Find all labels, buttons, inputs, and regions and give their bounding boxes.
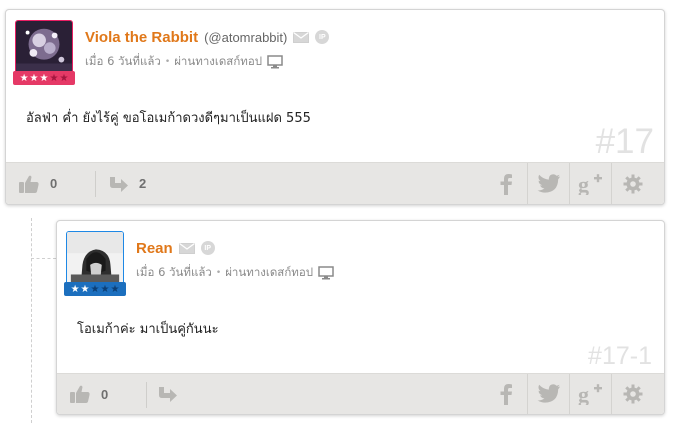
footer-divider bbox=[146, 382, 147, 408]
gear-icon bbox=[623, 384, 642, 404]
desktop-monitor-icon bbox=[318, 266, 334, 280]
reply-card: ★ ★ ★ ★ ★ Rean IP เมื่อ 6 วันที่แล้ว • ผ… bbox=[56, 220, 665, 415]
comment-text: โอเมก้าค่ะ มาเป็นคู่กันนะ bbox=[77, 322, 219, 337]
star-filled-icon: ★ bbox=[39, 72, 49, 84]
star-empty-icon: ★ bbox=[100, 283, 110, 295]
rank-stars: ★ ★ ★ ★ ★ bbox=[64, 282, 126, 296]
google-plus-icon: g bbox=[578, 173, 602, 195]
svg-text:g: g bbox=[578, 173, 589, 195]
twitter-share-button[interactable] bbox=[527, 374, 569, 414]
author-name-link[interactable]: Viola the Rabbit bbox=[85, 29, 198, 46]
comment-header: Viola the Rabbit (@atomrabbit) IP เมื่อ … bbox=[85, 27, 330, 70]
envelope-icon[interactable] bbox=[293, 31, 310, 43]
like-count: 0 bbox=[50, 176, 58, 191]
facebook-icon bbox=[500, 173, 512, 195]
comment-number[interactable]: #17 bbox=[596, 122, 654, 162]
twitter-share-button[interactable] bbox=[527, 163, 569, 204]
share-button[interactable]: 2 bbox=[107, 163, 146, 204]
ip-badge-icon[interactable]: IP bbox=[315, 30, 330, 44]
star-empty-icon: ★ bbox=[90, 283, 100, 295]
avatar-image bbox=[16, 21, 72, 77]
thread-connector-vertical bbox=[31, 218, 32, 423]
star-filled-icon: ★ bbox=[70, 283, 80, 295]
envelope-icon[interactable] bbox=[178, 242, 195, 254]
gear-icon bbox=[623, 174, 642, 193]
desktop-monitor-icon bbox=[267, 55, 283, 69]
star-filled-icon: ★ bbox=[19, 72, 29, 84]
avatar-image bbox=[67, 232, 123, 288]
star-empty-icon: ★ bbox=[49, 72, 59, 84]
thread-connector-horizontal bbox=[31, 258, 56, 259]
share-arrow-icon bbox=[159, 387, 177, 402]
rank-stars: ★ ★ ★ ★ ★ bbox=[13, 71, 75, 85]
comment-time: เมื่อ 6 วันที่แล้ว bbox=[85, 54, 161, 68]
settings-button[interactable] bbox=[611, 374, 653, 414]
comment-text: อัลฟ่า ค่ำ ยังไร้คู่ ขอโอเมก้าดวงดีๆมาเป… bbox=[26, 111, 311, 126]
like-button[interactable]: 0 bbox=[69, 374, 108, 414]
share-button[interactable] bbox=[156, 374, 178, 414]
author-handle[interactable]: (@atomrabbit) bbox=[204, 30, 287, 45]
thumbs-up-icon bbox=[19, 175, 39, 193]
author-name-link[interactable]: Rean bbox=[136, 240, 173, 257]
star-filled-icon: ★ bbox=[29, 72, 39, 84]
comment-header: Rean IP เมื่อ 6 วันที่แล้ว • ผ่านทางเดสก… bbox=[136, 238, 334, 281]
comment-footer: 0 g bbox=[57, 373, 664, 414]
twitter-icon bbox=[537, 384, 560, 403]
like-count: 0 bbox=[101, 386, 109, 402]
share-count: 2 bbox=[139, 176, 147, 191]
meta-separator: • bbox=[215, 268, 222, 278]
facebook-share-button[interactable] bbox=[485, 374, 527, 414]
comment-source: ผ่านทางเดสก์ทอป bbox=[174, 54, 263, 68]
avatar[interactable] bbox=[66, 231, 124, 289]
social-share-bar: g bbox=[485, 163, 653, 204]
facebook-share-button[interactable] bbox=[485, 163, 527, 204]
star-filled-icon: ★ bbox=[80, 283, 90, 295]
like-button[interactable]: 0 bbox=[18, 163, 57, 204]
comment-card: ★ ★ ★ ★ ★ Viola the Rabbit (@atomrabbit)… bbox=[5, 9, 665, 205]
thumbs-up-icon bbox=[70, 385, 90, 403]
share-arrow-icon bbox=[110, 176, 128, 192]
comment-time: เมื่อ 6 วันที่แล้ว bbox=[136, 265, 212, 279]
settings-button[interactable] bbox=[611, 163, 653, 204]
comment-source: ผ่านทางเดสก์ทอป bbox=[225, 265, 314, 279]
star-empty-icon: ★ bbox=[59, 72, 69, 84]
comment-footer: 0 2 g bbox=[6, 162, 664, 204]
footer-divider bbox=[95, 171, 96, 197]
svg-text:g: g bbox=[578, 383, 589, 405]
comment-number[interactable]: #17-1 bbox=[588, 342, 652, 371]
avatar-container[interactable]: ★ ★ ★ ★ ★ bbox=[13, 20, 75, 85]
star-empty-icon: ★ bbox=[110, 283, 120, 295]
meta-separator: • bbox=[164, 57, 171, 67]
google-plus-icon: g bbox=[578, 383, 602, 405]
social-share-bar: g bbox=[485, 374, 653, 414]
twitter-icon bbox=[537, 173, 560, 193]
avatar[interactable] bbox=[15, 20, 73, 78]
facebook-icon bbox=[500, 384, 512, 405]
avatar-container[interactable]: ★ ★ ★ ★ ★ bbox=[64, 231, 126, 296]
ip-badge-icon[interactable]: IP bbox=[200, 241, 215, 255]
googleplus-share-button[interactable]: g bbox=[569, 163, 611, 204]
googleplus-share-button[interactable]: g bbox=[569, 374, 611, 414]
